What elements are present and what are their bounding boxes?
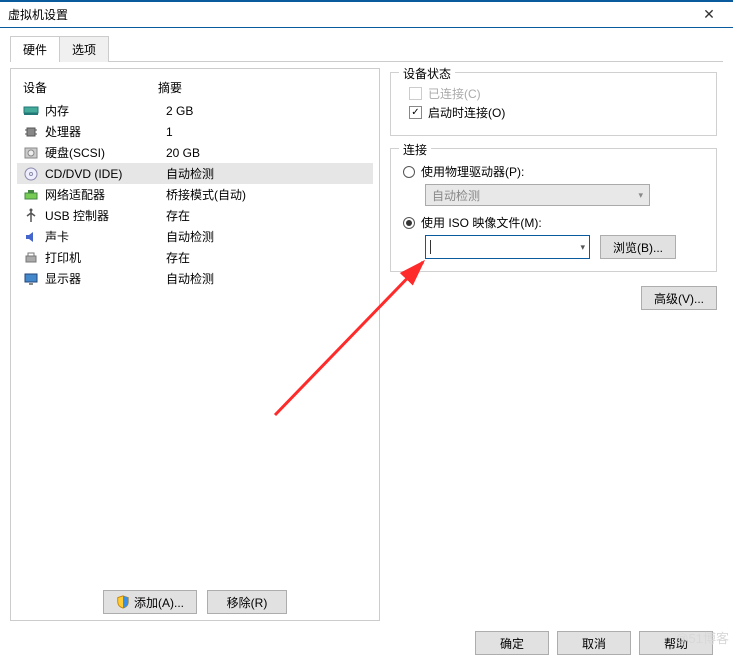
checkbox-icon: ✓	[409, 106, 422, 119]
iso-path-row: ▾ 浏览(B)...	[425, 235, 704, 259]
hdd-icon	[23, 145, 39, 161]
checkbox-connected: 已连接(C)	[403, 85, 704, 102]
device-name: CD/DVD (IDE)	[45, 167, 160, 181]
device-summary: 2 GB	[166, 104, 367, 118]
memory-icon	[23, 105, 39, 117]
ok-button[interactable]: 确定	[475, 631, 549, 655]
col-header-device: 设备	[23, 79, 158, 96]
shield-icon	[116, 595, 130, 609]
radio-physical-label: 使用物理驱动器(P):	[421, 163, 524, 180]
device-name: 处理器	[45, 123, 160, 140]
sound-icon	[23, 229, 39, 245]
connection-group: 连接 使用物理驱动器(P): 自动检测 ▾ 使用 ISO 映像文件(M):	[390, 148, 717, 272]
checkbox-connect-at-poweron[interactable]: ✓ 启动时连接(O)	[403, 104, 704, 121]
cancel-button[interactable]: 取消	[557, 631, 631, 655]
device-row[interactable]: 显示器自动检测	[17, 268, 373, 289]
radio-icon	[403, 166, 415, 178]
device-row[interactable]: 内存 2 GB	[17, 100, 373, 121]
cpu-icon	[23, 124, 39, 140]
device-detail-panel: 设备状态 已连接(C) ✓ 启动时连接(O) 连接 使用物理驱动器(P): 自动…	[390, 68, 723, 621]
display-icon	[23, 271, 39, 287]
checkbox-icon	[409, 87, 422, 100]
add-device-button[interactable]: 添加(A)...	[103, 590, 197, 614]
remove-device-button[interactable]: 移除(R)	[207, 590, 287, 614]
dialog-button-row: 确定 取消 帮助	[10, 621, 723, 655]
radio-use-physical[interactable]: 使用物理驱动器(P):	[403, 163, 704, 180]
device-name: 声卡	[45, 228, 160, 245]
connection-group-title: 连接	[399, 141, 431, 158]
tab-options[interactable]: 选项	[59, 36, 109, 62]
device-name: 内存	[45, 102, 160, 119]
device-summary: 自动检测	[166, 165, 367, 182]
iso-path-input[interactable]: ▾	[425, 235, 590, 259]
device-summary: 1	[166, 125, 367, 139]
device-rows: 内存2 GB处理器1硬盘(SCSI)20 GBCD/DVD (IDE)自动检测网…	[17, 100, 373, 289]
window-title: 虚拟机设置	[8, 6, 689, 23]
title-bar: 虚拟机设置 ✕	[0, 0, 733, 28]
device-row[interactable]: 硬盘(SCSI) 20 GB	[17, 142, 373, 163]
device-status-title: 设备状态	[399, 65, 455, 82]
radio-iso-label: 使用 ISO 映像文件(M):	[421, 214, 542, 231]
browse-button[interactable]: 浏览(B)...	[600, 235, 676, 259]
usb-icon	[23, 208, 39, 224]
radio-use-iso[interactable]: 使用 ISO 映像文件(M):	[403, 214, 704, 231]
device-list-header: 设备 摘要	[17, 75, 373, 100]
help-button[interactable]: 帮助	[639, 631, 713, 655]
device-summary: 自动检测	[166, 228, 367, 245]
physical-drive-value: 自动检测	[432, 187, 480, 204]
physical-drive-combo: 自动检测 ▾	[425, 184, 650, 206]
device-name: USB 控制器	[45, 207, 160, 224]
device-summary: 20 GB	[166, 146, 367, 160]
printer-icon	[23, 250, 39, 266]
chevron-down-icon: ▾	[638, 190, 643, 201]
device-summary: 自动检测	[166, 270, 367, 287]
device-list-buttons: 添加(A)... 移除(R)	[17, 582, 373, 614]
device-row[interactable]: USB 控制器存在	[17, 205, 373, 226]
device-name: 打印机	[45, 249, 160, 266]
main-columns: 设备 摘要 内存 2 GB 处理器 1 硬盘(SCSI) 20 GB CD/DVD (IDE…	[10, 68, 723, 621]
device-summary: 存在	[166, 207, 367, 224]
device-name: 显示器	[45, 270, 160, 287]
dialog-body: 硬件 选项 设备 摘要 内存 2 GB 处理器 1 硬盘(SCSI) 20 GB CD/DV…	[0, 28, 733, 665]
net-icon	[23, 187, 39, 203]
device-name: 网络适配器	[45, 186, 160, 203]
radio-icon	[403, 217, 415, 229]
device-row[interactable]: 打印机存在	[17, 247, 373, 268]
checkbox-connected-label: 已连接(C)	[428, 85, 481, 102]
device-name: 硬盘(SCSI)	[45, 144, 160, 161]
chevron-down-icon[interactable]: ▾	[580, 242, 585, 253]
device-status-group: 设备状态 已连接(C) ✓ 启动时连接(O)	[390, 72, 717, 136]
device-row[interactable]: 网络适配器桥接模式(自动)	[17, 184, 373, 205]
device-summary: 存在	[166, 249, 367, 266]
advanced-row: 高级(V)...	[390, 286, 717, 310]
add-device-label: 添加(A)...	[134, 594, 184, 611]
cd-icon	[23, 166, 39, 182]
tab-hardware[interactable]: 硬件	[10, 36, 60, 62]
col-header-summary: 摘要	[158, 79, 367, 96]
device-row[interactable]: CD/DVD (IDE) 自动检测	[17, 163, 373, 184]
text-cursor	[430, 240, 431, 254]
tab-strip: 硬件 选项	[10, 36, 723, 62]
device-list-panel: 设备 摘要 内存 2 GB 处理器 1 硬盘(SCSI) 20 GB CD/DVD (IDE…	[10, 68, 380, 621]
close-icon[interactable]: ✕	[689, 6, 729, 23]
device-row[interactable]: 处理器 1	[17, 121, 373, 142]
device-row[interactable]: 声卡自动检测	[17, 226, 373, 247]
checkbox-poweron-label: 启动时连接(O)	[428, 104, 505, 121]
advanced-button[interactable]: 高级(V)...	[641, 286, 717, 310]
device-summary: 桥接模式(自动)	[166, 186, 367, 203]
